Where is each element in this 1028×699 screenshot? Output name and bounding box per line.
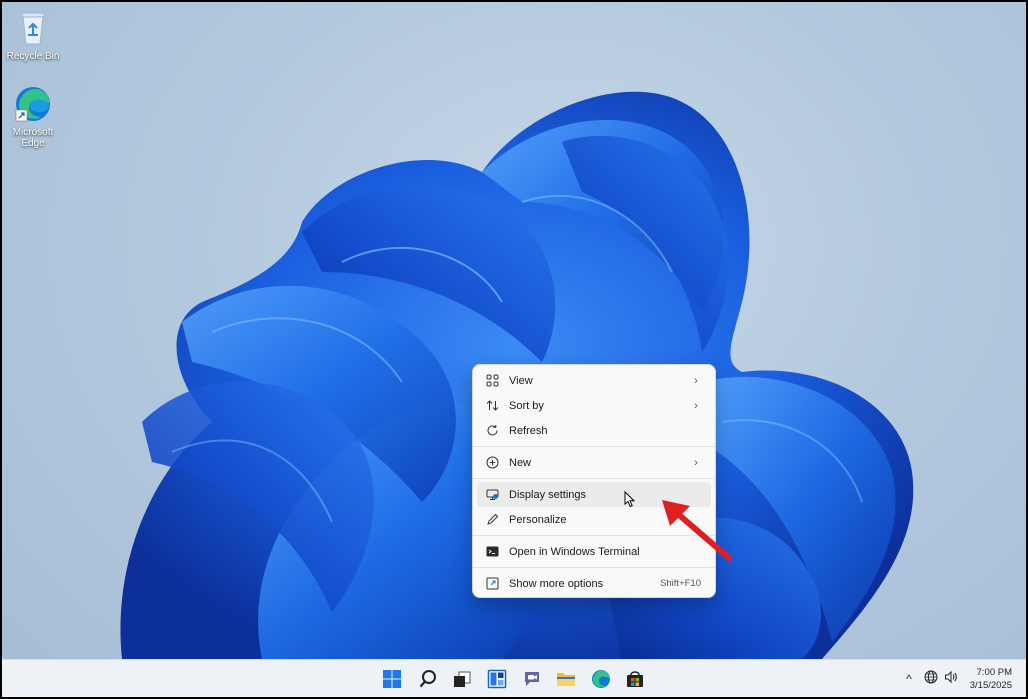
display-settings-icon bbox=[485, 488, 499, 502]
terminal-icon bbox=[485, 545, 499, 559]
menu-item-refresh[interactable]: Refresh bbox=[477, 418, 711, 443]
menu-separator bbox=[473, 446, 715, 447]
start-icon[interactable] bbox=[381, 668, 403, 690]
system-tray: ^ bbox=[900, 660, 958, 697]
refresh-icon bbox=[485, 424, 499, 438]
menu-item-label: View bbox=[509, 374, 533, 387]
chevron-right-icon: › bbox=[694, 374, 698, 387]
edge-icon bbox=[13, 84, 53, 124]
taskbar-clock[interactable]: 7:00 PM 3/15/2025 bbox=[970, 666, 1012, 692]
clock-time: 7:00 PM bbox=[976, 667, 1012, 678]
chevron-right-icon: › bbox=[694, 456, 698, 469]
menu-item-label: Sort by bbox=[509, 399, 544, 412]
menu-item-label: Show more options bbox=[509, 577, 604, 590]
file-explorer-icon[interactable] bbox=[555, 668, 577, 690]
tray-overflow-chevron-icon[interactable]: ^ bbox=[900, 672, 918, 686]
clock-date: 3/15/2025 bbox=[969, 680, 1012, 691]
desktop-icon-recycle-bin[interactable]: Recycle Bin bbox=[2, 8, 64, 62]
volume-icon[interactable] bbox=[944, 670, 958, 689]
menu-item-label: New bbox=[509, 456, 532, 469]
desktop-screen: Recycle Bin Microsoft Edge View › Sort b… bbox=[2, 2, 1026, 697]
store-icon[interactable] bbox=[624, 668, 646, 690]
new-plus-icon bbox=[485, 456, 499, 470]
search-icon[interactable] bbox=[417, 668, 439, 690]
red-arrow-icon bbox=[662, 500, 732, 561]
more-options-icon bbox=[485, 577, 499, 591]
chevron-right-icon: › bbox=[694, 399, 698, 412]
widgets-icon[interactable] bbox=[486, 668, 508, 690]
menu-item-sort-by[interactable]: Sort by › bbox=[477, 393, 711, 418]
menu-item-show-more-options[interactable]: Show more options Shift+F10 bbox=[477, 571, 711, 596]
mouse-cursor-icon bbox=[624, 491, 636, 508]
desktop-icon-label: Recycle Bin bbox=[6, 51, 60, 62]
menu-separator bbox=[473, 567, 715, 568]
personalize-pen-icon bbox=[485, 513, 499, 527]
sort-icon bbox=[485, 399, 499, 413]
edge-icon[interactable] bbox=[590, 668, 612, 690]
menu-item-label: Refresh bbox=[509, 424, 548, 437]
menu-item-view[interactable]: View › bbox=[477, 368, 711, 393]
teams-chat-icon[interactable] bbox=[521, 668, 543, 690]
taskbar: ^ 7:00 PM 3/15/2025 bbox=[2, 659, 1026, 697]
task-view-icon[interactable] bbox=[451, 668, 473, 690]
desktop-icon-edge[interactable]: Microsoft Edge bbox=[2, 84, 64, 149]
menu-item-new[interactable]: New › bbox=[477, 450, 711, 475]
menu-separator bbox=[473, 478, 715, 479]
menu-item-accelerator: Shift+F10 bbox=[660, 578, 701, 589]
desktop-icon-label: Microsoft Edge bbox=[12, 127, 54, 149]
recycle-bin-icon bbox=[13, 8, 53, 48]
network-globe-icon[interactable] bbox=[924, 670, 938, 689]
view-grid-icon bbox=[485, 374, 499, 388]
